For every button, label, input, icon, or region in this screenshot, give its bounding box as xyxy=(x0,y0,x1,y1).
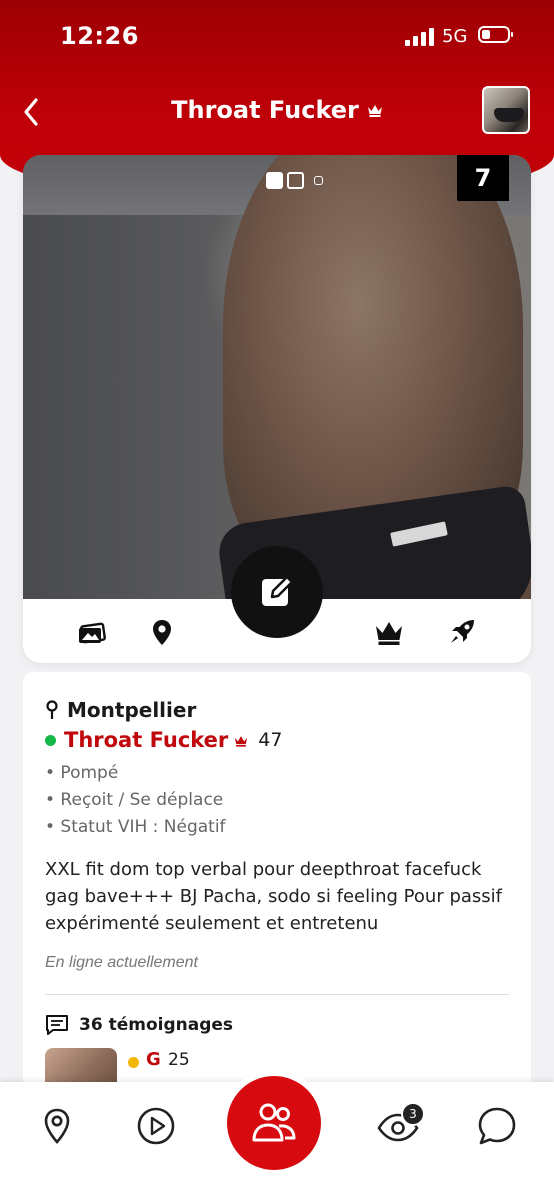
comment-icon xyxy=(46,1015,68,1035)
avatar[interactable] xyxy=(482,86,530,134)
profile-bio: XXL fit dom top verbal pour deepthroat f… xyxy=(45,859,502,934)
network-label: 5G xyxy=(442,26,468,47)
review-author: G xyxy=(146,1049,161,1070)
profile-photo[interactable]: 7 xyxy=(23,155,531,599)
profile-name: Throat Fucker xyxy=(64,728,229,752)
list-item: • Statut VIH : Négatif xyxy=(45,817,226,837)
navigation-bar: Throat Fucker xyxy=(0,84,554,140)
crown-icon xyxy=(235,735,248,747)
review-author-age: 25 xyxy=(168,1050,190,1070)
edit-button[interactable] xyxy=(231,546,323,638)
pagination-dot[interactable] xyxy=(314,176,323,185)
signal-icon xyxy=(405,28,435,46)
edit-icon xyxy=(262,575,294,606)
pagination-dot[interactable] xyxy=(287,172,304,189)
notification-badge: 3 xyxy=(401,1102,425,1126)
divider xyxy=(45,994,509,995)
crown-icon[interactable] xyxy=(374,617,404,647)
city-row: Montpellier xyxy=(45,698,196,722)
crown-icon xyxy=(367,105,382,117)
battery-icon xyxy=(478,26,513,43)
status-bar: 12:26 5G xyxy=(0,0,554,72)
location-pin-icon xyxy=(46,700,58,719)
users-tab-button[interactable] xyxy=(227,1076,321,1170)
reviews-header[interactable]: 36 témoignages xyxy=(45,1014,233,1036)
status-dot xyxy=(128,1057,139,1068)
page-title-text: Throat Fucker xyxy=(171,96,359,124)
online-indicator xyxy=(45,734,56,746)
online-status: En ligne actuellement xyxy=(45,954,198,971)
chat-icon[interactable] xyxy=(475,1104,519,1148)
photo-pagination xyxy=(266,172,323,189)
list-item: • Reçoit / Se déplace xyxy=(45,790,224,810)
location-pin-icon[interactable] xyxy=(147,617,177,647)
city-label: Montpellier xyxy=(67,698,197,722)
photo-count-badge: 7 xyxy=(457,155,509,201)
photo-card: 7 xyxy=(23,155,531,663)
name-row: Throat Fucker 47 xyxy=(45,728,282,752)
pagination-dot[interactable] xyxy=(266,172,283,189)
users-icon xyxy=(252,1103,296,1142)
attribute-list: • Pompé • Reçoit / Se déplace • Statut V… xyxy=(45,760,226,841)
map-pin-icon[interactable] xyxy=(35,1104,79,1148)
rocket-icon[interactable] xyxy=(447,617,477,647)
reviews-title: 36 témoignages xyxy=(79,1015,234,1035)
play-icon[interactable] xyxy=(134,1104,178,1148)
page-title: Throat Fucker xyxy=(0,96,554,124)
list-item: • Pompé xyxy=(45,763,119,783)
profile-age: 47 xyxy=(258,729,283,751)
clock: 12:26 xyxy=(60,22,139,50)
photos-icon[interactable] xyxy=(77,617,107,647)
